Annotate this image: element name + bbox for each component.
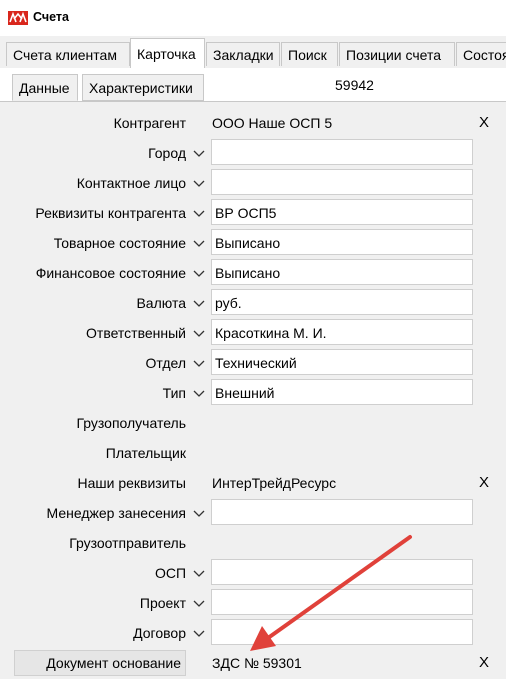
chevron-down-icon[interactable] bbox=[189, 203, 209, 223]
subtab-characteristics[interactable]: Характеристики bbox=[82, 74, 204, 101]
field-label: Контактное лицо bbox=[76, 175, 186, 191]
chevron-down-icon[interactable] bbox=[189, 143, 209, 163]
tab-invoices[interactable]: Счета клиентам bbox=[6, 42, 130, 66]
chevron-down-icon[interactable] bbox=[189, 563, 209, 583]
field-input[interactable] bbox=[211, 619, 473, 645]
field-label: ОСП bbox=[154, 565, 186, 581]
form-row: Плательщик bbox=[0, 438, 506, 468]
form-row: Контрагент ООО Наше ОСП 5 X bbox=[0, 108, 506, 138]
field-label: Финансовое состояние bbox=[35, 265, 186, 281]
field-input[interactable] bbox=[211, 169, 473, 195]
form-row: Ответственный Красоткина М. И. bbox=[0, 318, 506, 348]
form-row: Менеджер занесения bbox=[0, 498, 506, 528]
form-row: Тип Внешний bbox=[0, 378, 506, 408]
form-row: Валюта руб. bbox=[0, 288, 506, 318]
form-row: Товарное состояние Выписано bbox=[0, 228, 506, 258]
field-label: Отдел bbox=[145, 355, 187, 371]
tab-card[interactable]: Карточка bbox=[130, 38, 205, 68]
chevron-down-icon[interactable] bbox=[189, 623, 209, 643]
field-label: Плательщик bbox=[105, 445, 186, 461]
field-input[interactable]: Внешний bbox=[211, 379, 473, 405]
field-input[interactable]: руб. bbox=[211, 289, 473, 315]
form-row: Наши реквизиты ИнтерТрейдРесурс X bbox=[0, 468, 506, 498]
tab-status[interactable]: Состоя bbox=[456, 42, 506, 66]
field-input[interactable]: Выписано bbox=[211, 259, 473, 285]
field-label: Товарное состояние bbox=[53, 235, 186, 251]
field-input[interactable] bbox=[211, 139, 473, 165]
card-content: Данные Характеристики 59942 Контрагент ОО… bbox=[0, 68, 506, 679]
form-row: Контактное лицо bbox=[0, 168, 506, 198]
field-label: Грузополучатель bbox=[76, 415, 186, 431]
tab-search[interactable]: Поиск bbox=[281, 42, 338, 66]
chevron-down-icon[interactable] bbox=[189, 383, 209, 403]
chevron-down-icon[interactable] bbox=[189, 263, 209, 283]
chevron-down-icon[interactable] bbox=[189, 353, 209, 373]
field-value: ИнтерТрейдРесурс bbox=[212, 475, 337, 491]
form-row: Договор bbox=[0, 618, 506, 648]
field-label: Тип bbox=[162, 385, 186, 401]
field-label: Договор bbox=[133, 625, 186, 641]
form-row: Документ основание ЗДС № 59301 X bbox=[0, 648, 506, 678]
field-label: Город bbox=[148, 145, 186, 161]
field-label: Контрагент bbox=[113, 115, 186, 131]
window-title: Счета bbox=[33, 10, 69, 24]
field-input[interactable] bbox=[211, 499, 473, 525]
chevron-down-icon[interactable] bbox=[189, 323, 209, 343]
chevron-down-icon[interactable] bbox=[189, 593, 209, 613]
clear-button[interactable]: X bbox=[479, 468, 489, 498]
field-label: Наши реквизиты bbox=[77, 475, 186, 491]
main-tabs: Счета клиентам Карточка Закладки Поиск П… bbox=[0, 36, 506, 69]
tab-invoice-items[interactable]: Позиции счета bbox=[339, 42, 455, 66]
chevron-down-icon[interactable] bbox=[189, 503, 209, 523]
form-row: Город bbox=[0, 138, 506, 168]
field-label: Менеджер занесения bbox=[46, 505, 186, 521]
field-input[interactable]: Красоткина М. И. bbox=[211, 319, 473, 345]
title-bar: Счета bbox=[0, 0, 506, 36]
form-row: Финансовое состояние Выписано bbox=[0, 258, 506, 288]
form-row: Грузоотправитель bbox=[0, 528, 506, 558]
subtab-data[interactable]: Данные bbox=[12, 74, 78, 101]
field-input[interactable]: ВР ОСП5 bbox=[211, 199, 473, 225]
field-input[interactable] bbox=[211, 589, 473, 615]
document-number: 59942 bbox=[333, 72, 405, 98]
field-label: Ответственный bbox=[86, 325, 186, 341]
form-row: Проект bbox=[0, 588, 506, 618]
chevron-down-icon[interactable] bbox=[189, 173, 209, 193]
field-label: Реквизиты контрагента bbox=[35, 205, 186, 221]
field-label[interactable]: Документ основание bbox=[14, 650, 186, 676]
field-value: ООО Наше ОСП 5 bbox=[212, 115, 333, 131]
field-label: Проект bbox=[139, 595, 186, 611]
form-row: Реквизиты контрагента ВР ОСП5 bbox=[0, 198, 506, 228]
field-input[interactable]: Выписано bbox=[211, 229, 473, 255]
field-value: ЗДС № 59301 bbox=[212, 655, 302, 671]
field-input[interactable]: Технический bbox=[211, 349, 473, 375]
chevron-down-icon[interactable] bbox=[189, 233, 209, 253]
tab-bookmarks[interactable]: Закладки bbox=[206, 42, 280, 66]
app-logo-icon bbox=[8, 11, 28, 25]
field-label: Грузоотправитель bbox=[69, 535, 186, 551]
form-row: Грузополучатель bbox=[0, 408, 506, 438]
chevron-down-icon[interactable] bbox=[189, 293, 209, 313]
field-label: Валюта bbox=[136, 295, 186, 311]
form-panel: Контрагент ООО Наше ОСП 5 X Город Контактное… bbox=[0, 101, 506, 679]
field-input[interactable] bbox=[211, 559, 473, 585]
clear-button[interactable]: X bbox=[479, 108, 489, 138]
form-row: Отдел Технический bbox=[0, 348, 506, 378]
form-row: ОСП bbox=[0, 558, 506, 588]
clear-button[interactable]: X bbox=[479, 648, 489, 678]
